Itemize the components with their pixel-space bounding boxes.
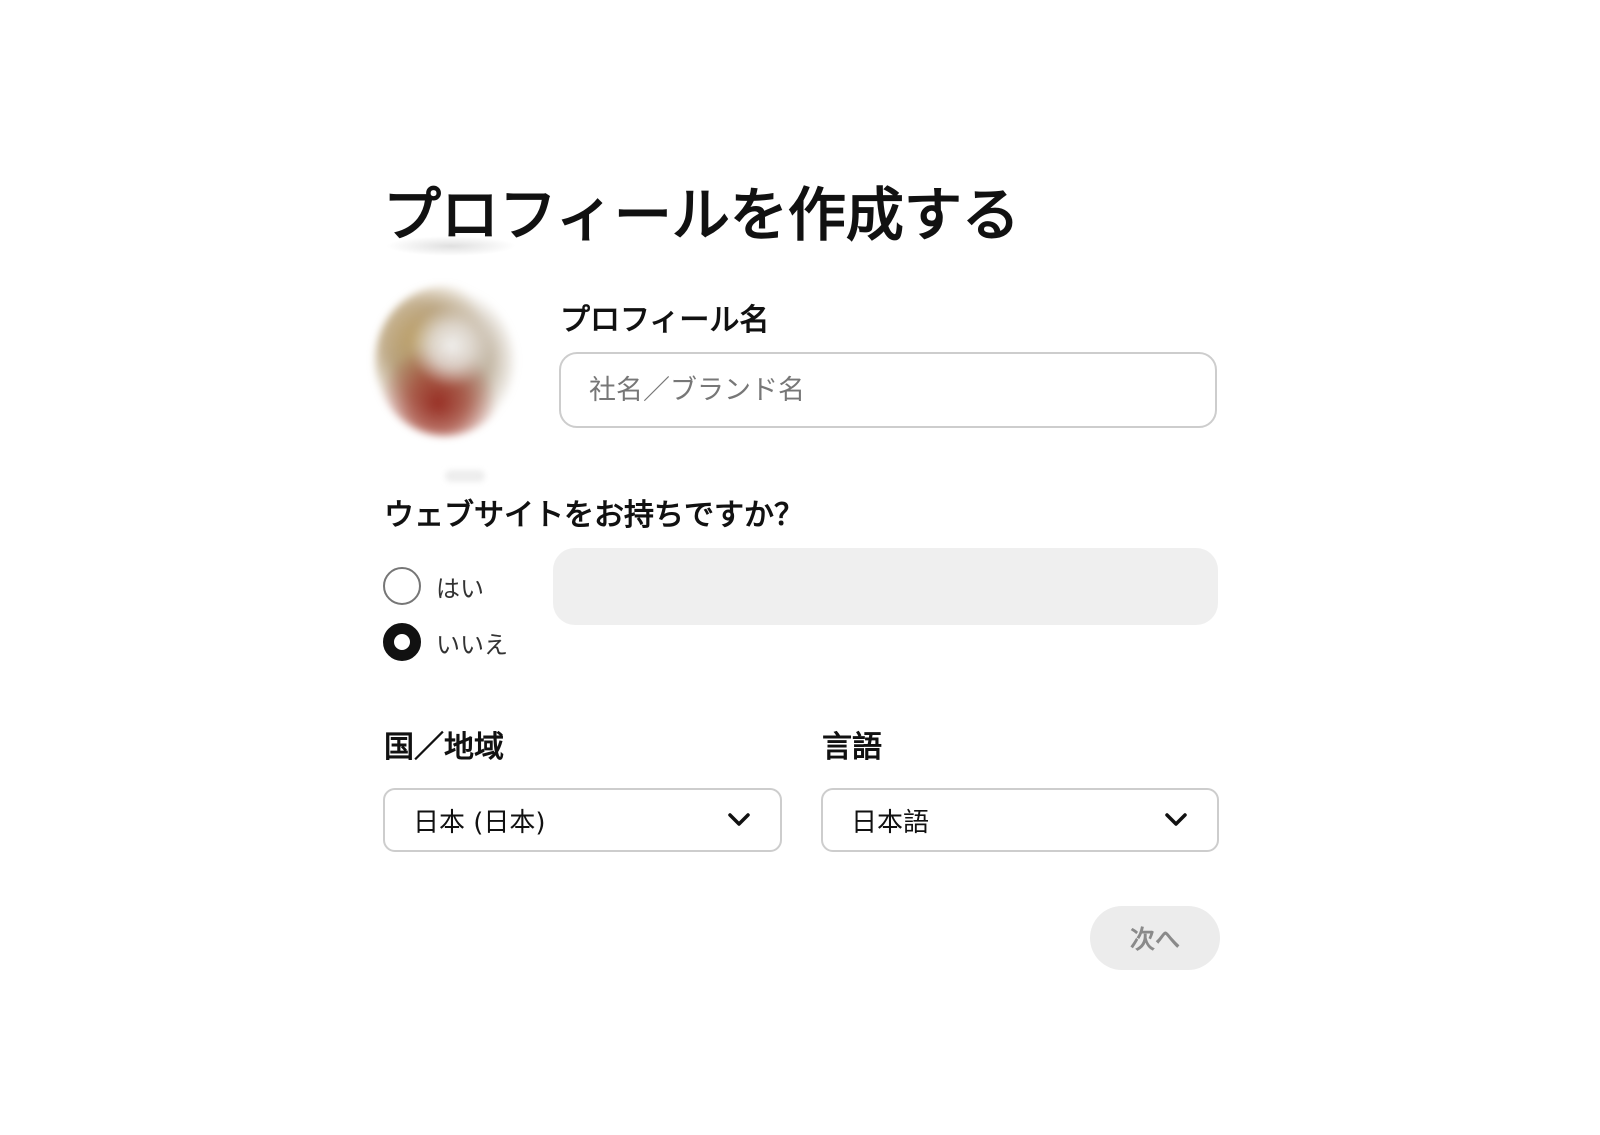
website-url-input	[553, 548, 1218, 625]
website-question-label: ウェブサイトをお持ちですか？	[384, 498, 804, 533]
language-select-value: 日本語	[851, 807, 930, 838]
profile-name-label: プロフィール名	[560, 303, 770, 338]
country-label: 国／地域	[384, 730, 504, 765]
radio-button-no[interactable]	[383, 623, 421, 661]
avatar[interactable]	[375, 286, 515, 436]
avatar-smudge	[445, 470, 485, 482]
website-radio-yes[interactable]: はい	[383, 567, 484, 605]
chevron-down-icon	[726, 807, 752, 833]
radio-button-yes[interactable]	[383, 567, 421, 605]
radio-label-yes: はい	[436, 574, 484, 603]
country-select-value: 日本 (日本)	[413, 807, 546, 838]
radio-label-no: いいえ	[436, 630, 508, 659]
create-profile-page: プロフィールを作成する プロフィール名 ウェブサイトをお持ちですか？ はい いい…	[0, 0, 1600, 1135]
profile-name-input[interactable]	[559, 352, 1217, 428]
chevron-down-icon	[1163, 807, 1189, 833]
title-smudge	[386, 236, 516, 256]
language-select[interactable]: 日本語	[821, 788, 1219, 852]
next-button[interactable]: 次へ	[1090, 906, 1220, 970]
website-radio-no[interactable]: いいえ	[383, 623, 508, 661]
language-label: 言語	[822, 730, 882, 765]
country-select[interactable]: 日本 (日本)	[383, 788, 782, 852]
